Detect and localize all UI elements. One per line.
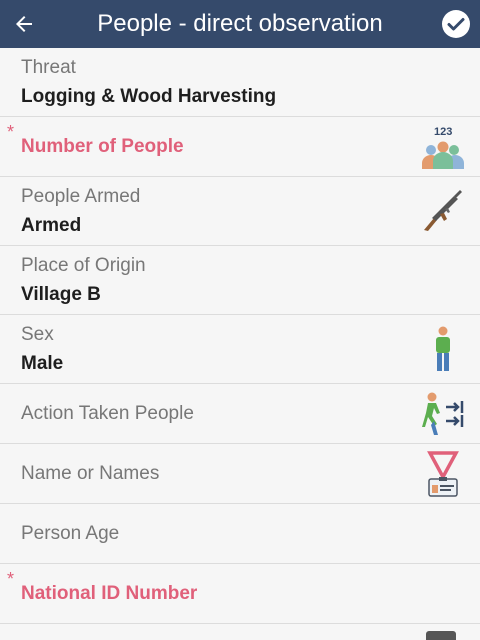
field-sex[interactable]: Sex Male <box>0 315 480 384</box>
field-threat[interactable]: Threat Logging & Wood Harvesting <box>0 48 480 117</box>
check-circle-icon <box>442 10 470 38</box>
field-name-or-names[interactable]: Name or Names <box>0 444 480 504</box>
field-label: Person Age <box>21 523 120 544</box>
people-count-icon: 123 <box>422 126 464 169</box>
field-place-of-origin[interactable]: Place of Origin Village B <box>0 246 480 315</box>
field-action-taken-people[interactable]: Action Taken People <box>0 384 480 444</box>
field-label: Threat <box>21 57 76 78</box>
field-label: National ID Number <box>21 583 198 604</box>
required-marker: * <box>7 569 15 589</box>
confirm-button[interactable] <box>432 0 480 48</box>
field-value: Village B <box>21 284 101 305</box>
rifle-icon <box>424 190 462 231</box>
field-value: Armed <box>21 215 82 236</box>
field-national-id-number[interactable]: * National ID Number <box>0 564 480 624</box>
field-person-age[interactable]: Person Age <box>0 504 480 564</box>
field-label: Place of Origin <box>21 255 146 276</box>
arrow-left-icon <box>16 16 32 32</box>
field-people-armed[interactable]: People Armed Armed <box>0 177 480 246</box>
field-label: Number of People <box>21 136 184 157</box>
observation-form: Threat Logging & Wood Harvesting * Numbe… <box>0 48 480 624</box>
next-row-icon-partial <box>426 631 456 640</box>
app-bar: People - direct observation <box>0 0 480 48</box>
svg-text:123: 123 <box>434 126 452 138</box>
field-value: Male <box>21 353 64 374</box>
id-badge-icon <box>427 450 459 497</box>
back-button[interactable] <box>0 0 48 48</box>
field-label: Name or Names <box>21 463 160 484</box>
field-label: People Armed <box>21 186 141 207</box>
field-label: Action Taken People <box>21 403 194 424</box>
required-marker: * <box>7 122 15 142</box>
field-number-of-people[interactable]: * Number of People 123 <box>0 117 480 177</box>
field-label: Sex <box>21 324 54 345</box>
walking-person-arrows-icon <box>422 392 464 435</box>
field-value: Logging & Wood Harvesting <box>21 86 277 107</box>
page-title: People - direct observation <box>97 10 383 37</box>
person-icon <box>436 326 450 371</box>
